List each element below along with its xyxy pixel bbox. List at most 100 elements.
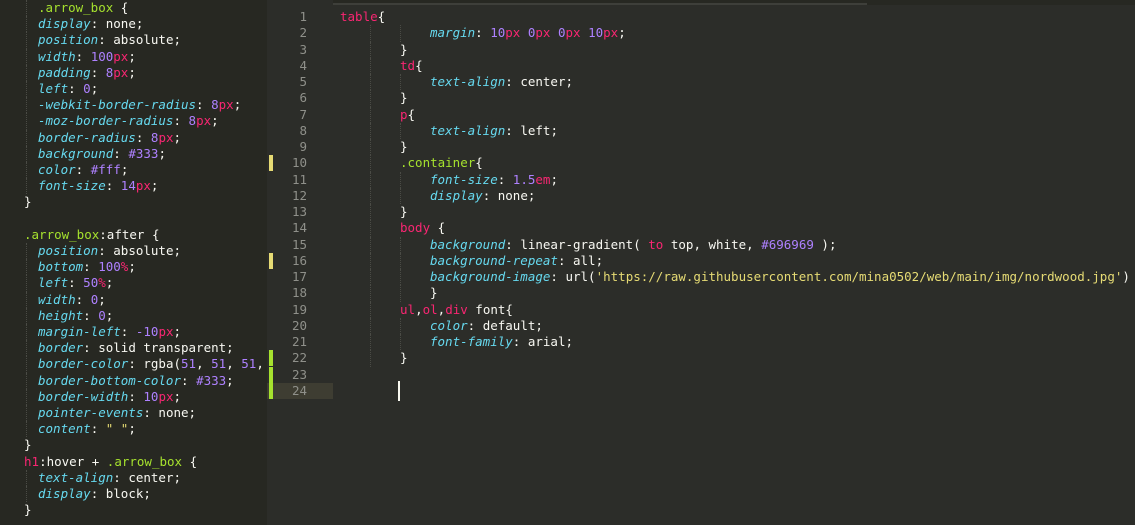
code-token: , — [256, 356, 264, 372]
code-token: color — [38, 162, 76, 177]
code-line[interactable]: 10 .container{ — [267, 155, 1135, 172]
code-line[interactable]: .arrow_box { — [0, 0, 267, 17]
code-line[interactable]: left: 0; — [0, 81, 267, 98]
code-line-text: border: solid transparent; — [38, 340, 234, 356]
code-token: 100 — [98, 259, 121, 275]
code-line[interactable]: margin-left: -10px; — [0, 324, 267, 341]
code-line[interactable]: } — [0, 194, 267, 210]
indent-guide — [370, 41, 371, 58]
code-line[interactable]: 17 background-image: url('https://raw.git… — [267, 269, 1135, 286]
code-line[interactable]: -moz-border-radius: 8px; — [0, 113, 267, 130]
code-token: { — [415, 57, 423, 73]
code-line[interactable]: width: 100px; — [0, 48, 267, 65]
code-line[interactable]: 15 background: linear-gradient( to top, w… — [267, 236, 1135, 253]
code-line-text: padding: 8px; — [38, 65, 136, 81]
indent-guide — [370, 301, 371, 318]
line-number: 23 — [291, 366, 307, 382]
code-line[interactable]: font-size: 14px; — [0, 178, 267, 195]
code-line[interactable]: 1 table{ — [267, 9, 1135, 25]
code-line[interactable]: width: 0; — [0, 291, 267, 308]
code-line[interactable]: 21 font-family: arial; — [267, 334, 1135, 351]
code-line[interactable]: 9} — [267, 139, 1135, 156]
code-token: { — [113, 0, 129, 15]
indent-guide — [370, 25, 371, 42]
code-line[interactable]: border: solid transparent; — [0, 340, 267, 357]
code-line[interactable]: 4 td{ — [267, 57, 1135, 74]
code-token: : — [557, 252, 573, 268]
code-line[interactable]: text-align: center; — [0, 469, 267, 486]
code-token: -10 — [135, 324, 159, 339]
code-token: , — [693, 236, 709, 252]
code-token: ol — [422, 301, 438, 317]
line-number: 9 — [299, 139, 307, 154]
right-code-area[interactable]: 1 table{2 margin: 10px 0px 0px 10px; 3} 4 td{… — [267, 0, 1135, 525]
code-line[interactable]: 13} — [267, 204, 1135, 221]
code-line-text: } — [24, 194, 32, 210]
line-number: 18 — [291, 285, 307, 301]
code-line[interactable]: 16 background-repeat: all; — [267, 252, 1135, 269]
indent-guide — [26, 372, 27, 389]
left-code-area[interactable]: .arrow_box {display: none; position: abso… — [0, 0, 267, 525]
code-token: border-width — [38, 388, 129, 404]
code-line[interactable]: padding: 8px; — [0, 64, 267, 81]
code-line[interactable]: 6} — [267, 90, 1135, 107]
code-line[interactable]: height: 0; — [0, 307, 267, 324]
line-number: 20 — [291, 317, 307, 333]
indent-guide — [370, 90, 371, 107]
code-line[interactable]: 14 body { — [267, 220, 1135, 237]
code-line[interactable]: border-width: 10px; — [0, 388, 267, 405]
indent-guide — [26, 469, 27, 486]
code-line[interactable]: pointer-events: none; — [0, 405, 267, 422]
code-line[interactable]: position: absolute; — [0, 243, 267, 260]
code-token: 0 — [557, 25, 566, 41]
code-line[interactable]: 11 font-size: 1.5em; — [267, 171, 1135, 188]
code-line[interactable]: left: 50%; — [0, 275, 267, 292]
code-line[interactable]: position: absolute; — [0, 32, 267, 49]
code-line[interactable]: 12 display: none; — [267, 187, 1135, 204]
code-line[interactable]: content: " "; — [0, 421, 267, 438]
code-token: : — [90, 64, 106, 80]
code-line[interactable]: bottom: 100%; — [0, 259, 267, 276]
code-line-text: pointer-events: none; — [38, 405, 196, 421]
code-line-text: background-repeat: all; — [430, 253, 603, 269]
code-line[interactable]: } — [0, 502, 267, 518]
code-line[interactable]: display: block; — [0, 486, 267, 503]
code-token: px — [135, 178, 151, 194]
code-line[interactable]: 3} — [267, 41, 1135, 58]
code-token: ; — [120, 162, 129, 177]
left-editor-pane[interactable]: .arrow_box {display: none; position: abso… — [0, 0, 267, 525]
code-token: : — [467, 317, 483, 333]
code-line[interactable]: display: none; — [0, 16, 267, 33]
code-token: } — [24, 194, 32, 210]
text-cursor — [398, 381, 400, 401]
code-line[interactable]: 19 ul,ol,div font{ — [267, 301, 1135, 318]
code-token: : — [105, 178, 121, 194]
indent-guide — [26, 48, 27, 65]
code-token: block — [105, 486, 144, 501]
code-line[interactable]: border-bottom-color: #333; — [0, 372, 267, 389]
code-line[interactable]: h1:hover + .arrow_box { — [0, 454, 267, 470]
code-line[interactable]: .arrow_box:after { — [0, 227, 267, 243]
code-line[interactable]: border-color: rgba(51, 51, 51, — [0, 356, 267, 373]
code-line[interactable]: 22} — [267, 350, 1135, 367]
code-line[interactable]: -webkit-border-radius: 8px; — [0, 97, 267, 114]
code-line[interactable]: 7 p{ — [267, 106, 1135, 123]
code-line[interactable]: border-radius: 8px; — [0, 129, 267, 146]
code-line[interactable]: } — [0, 437, 267, 453]
code-line[interactable]: 8 text-align: left; — [267, 122, 1135, 139]
code-token: : — [482, 187, 498, 203]
line-number: 6 — [299, 90, 307, 106]
code-line-text: margin: 10px 0px 0px 10px; — [430, 25, 626, 41]
code-line-text: font-family: arial; — [430, 334, 573, 350]
code-line[interactable]: 5 text-align: center; — [267, 74, 1135, 91]
indent-guide — [370, 74, 371, 91]
code-line[interactable]: 18} — [267, 285, 1135, 302]
code-line[interactable]: color: #fff; — [0, 162, 267, 179]
right-editor-pane[interactable]: 1 table{2 margin: 10px 0px 0px 10px; 3} 4 td{… — [267, 0, 1135, 525]
code-line[interactable]: background: #333; — [0, 145, 267, 162]
indent-guide — [370, 122, 371, 139]
code-line[interactable] — [0, 211, 267, 227]
code-line-text: td{ — [400, 58, 423, 74]
code-line[interactable]: 20 color: default; — [267, 317, 1135, 334]
code-line[interactable]: 2 margin: 10px 0px 0px 10px; — [267, 25, 1135, 42]
